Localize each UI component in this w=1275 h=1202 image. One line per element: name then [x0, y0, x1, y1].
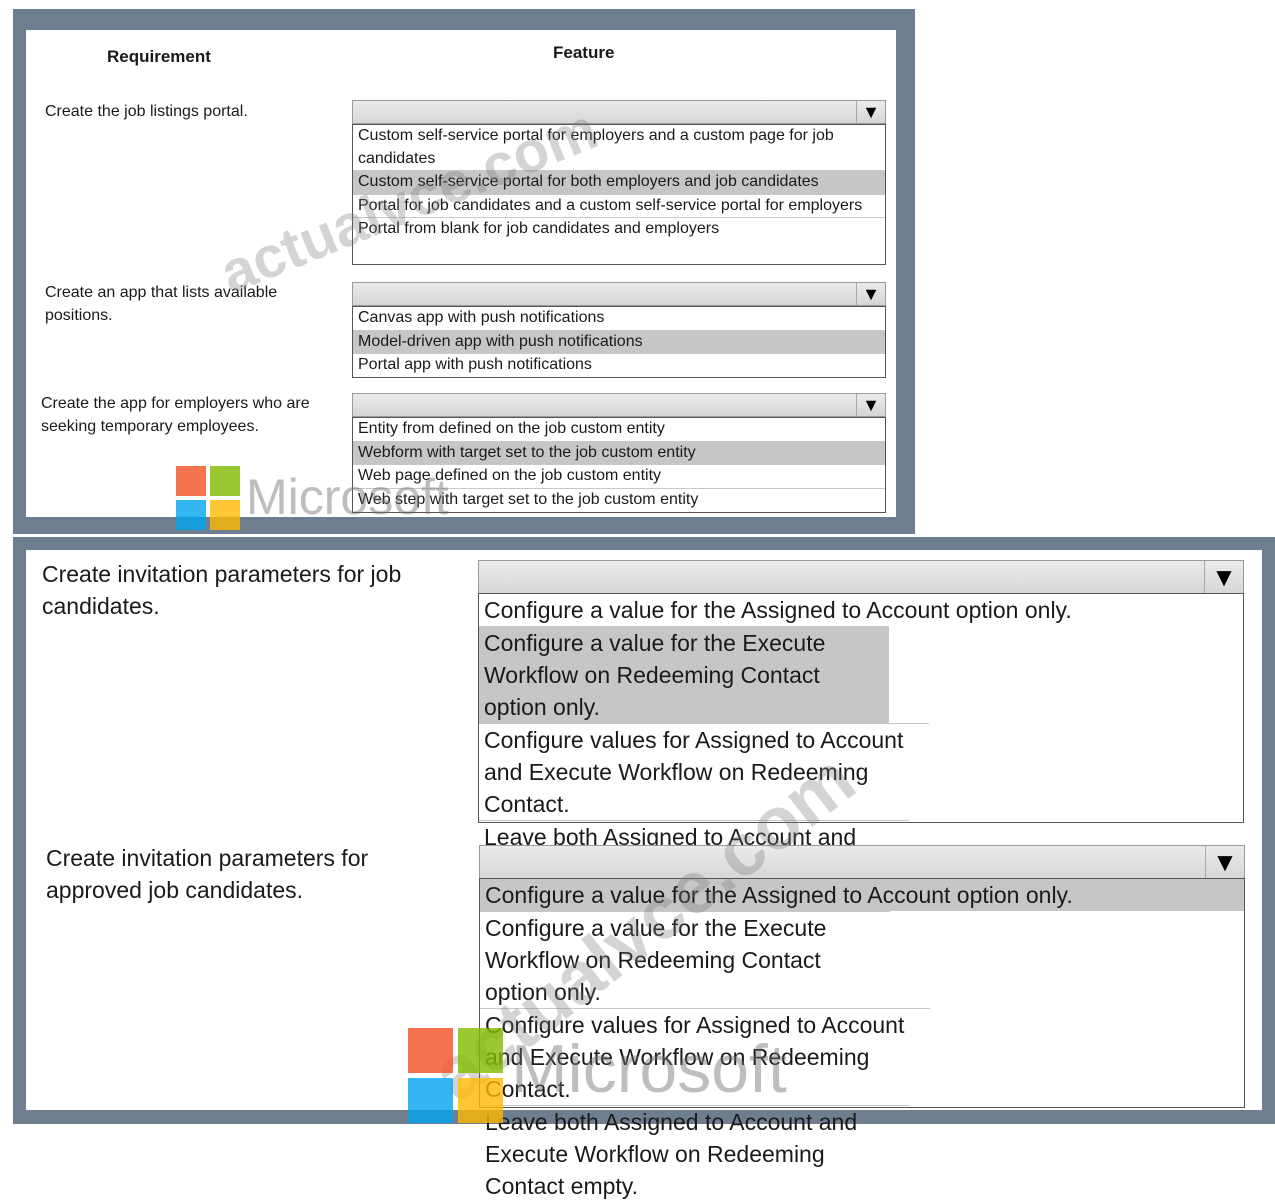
- dropdown-option[interactable]: Configure a value for the Execute Workfl…: [480, 911, 890, 1008]
- dropdown-option-selected[interactable]: Custom self-service portal for both empl…: [353, 170, 885, 194]
- dropdown-option[interactable]: Portal from blank for job candidates and…: [353, 217, 885, 241]
- dropdown-options: Canvas app with push notifications Model…: [352, 306, 886, 378]
- dropdown-option[interactable]: Web step with target set to the job cust…: [353, 487, 885, 512]
- requirement-text: Create invitation parameters for job can…: [42, 561, 402, 619]
- bottom-panel: Create invitation parameters for job can…: [26, 550, 1262, 1199]
- dropdown-arrow-icon[interactable]: ▼: [1204, 561, 1243, 593]
- requirement-text: Create the job listings portal.: [45, 103, 248, 120]
- dropdown-arrow-icon[interactable]: ▼: [1205, 846, 1244, 878]
- dropdown-option[interactable]: Custom self-service portal for employers…: [353, 125, 885, 170]
- dropdown-option[interactable]: Configure a value for the Assigned to Ac…: [479, 594, 1243, 626]
- feature-dropdown[interactable]: ▼: [352, 100, 886, 124]
- dropdown-option[interactable]: Canvas app with push notifications: [353, 307, 885, 330]
- dropdown-options: Entity from defined on the job custom en…: [352, 417, 886, 513]
- feature-dropdown[interactable]: ▼: [352, 282, 886, 306]
- requirement-text: Create an app that lists available posit…: [45, 284, 278, 324]
- dropdown-option[interactable]: Portal for job candidates and a custom s…: [353, 193, 885, 218]
- feature-dropdown[interactable]: ▼: [352, 393, 886, 417]
- dropdown-option[interactable]: Entity from defined on the job custom en…: [353, 418, 885, 441]
- dropdown-options: Configure a value for the Assigned to Ac…: [479, 878, 1245, 1199]
- dropdown-option-selected[interactable]: Webform with target set to the job custo…: [353, 440, 885, 464]
- feature-dropdown[interactable]: ▼: [479, 845, 1245, 879]
- dropdown-arrow-icon[interactable]: ▼: [856, 394, 885, 416]
- top-panel: Requirement Feature Create the job listi…: [26, 30, 896, 530]
- dropdown-option-selected[interactable]: Configure a value for the Assigned to Ac…: [480, 879, 1244, 911]
- dropdown-option[interactable]: Configure values for Assigned to Account…: [480, 1008, 930, 1105]
- dropdown-arrow-icon[interactable]: ▼: [856, 101, 885, 123]
- dropdown-options: Custom self-service portal for employers…: [352, 124, 886, 265]
- dropdown-option[interactable]: Leave both Assigned to Account and Execu…: [480, 1105, 910, 1202]
- dropdown-option[interactable]: Portal app with push notifications: [353, 353, 885, 377]
- dropdown-option[interactable]: Configure values for Assigned to Account…: [479, 723, 929, 820]
- feature-header: Feature: [553, 43, 615, 62]
- requirement-header: Requirement: [107, 47, 211, 66]
- requirement-text: Create invitation parameters for approve…: [46, 845, 369, 903]
- dropdown-option-selected[interactable]: Model-driven app with push notifications: [353, 329, 885, 353]
- dropdown-arrow-icon[interactable]: ▼: [856, 283, 885, 305]
- dropdown-option[interactable]: Web page defined on the job custom entit…: [353, 464, 885, 488]
- dropdown-option-selected[interactable]: Configure a value for the Execute Workfl…: [479, 626, 889, 723]
- dropdown-options: Configure a value for the Assigned to Ac…: [478, 593, 1244, 914]
- requirement-text: Create the app for employers who are see…: [41, 395, 310, 435]
- feature-dropdown[interactable]: ▼: [478, 560, 1244, 594]
